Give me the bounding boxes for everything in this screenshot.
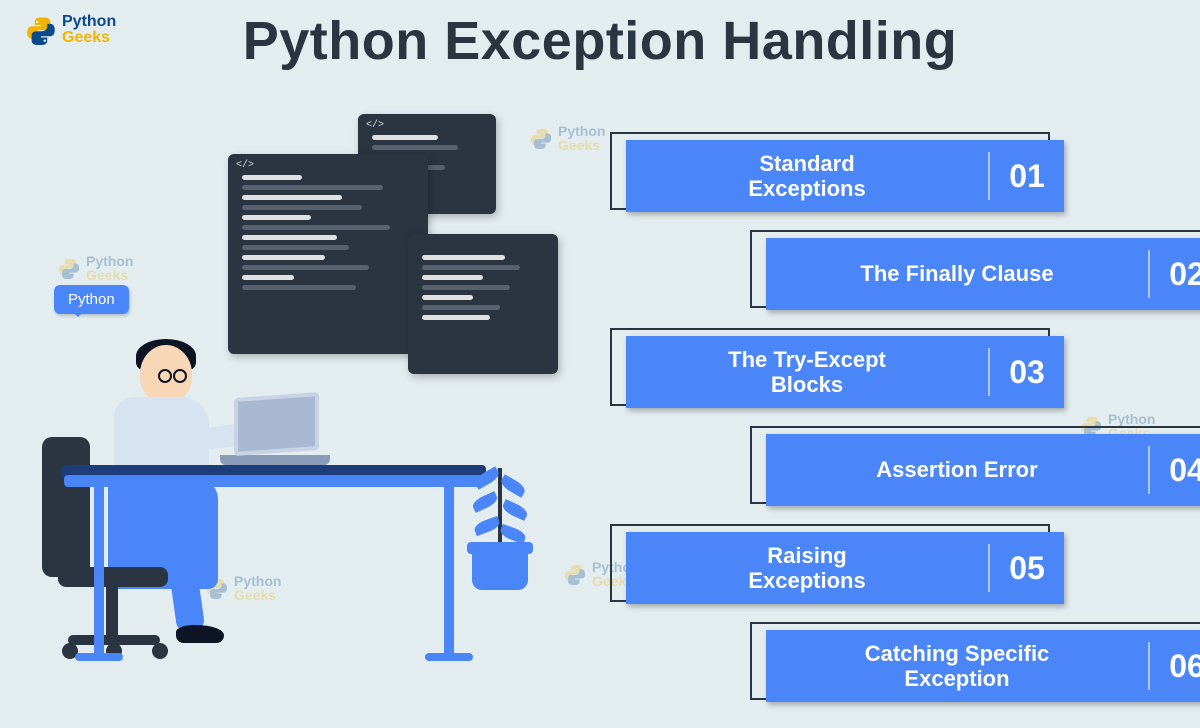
desk-foot	[425, 653, 473, 661]
laptop	[234, 395, 330, 465]
topic-label: The Try-ExceptBlocks	[626, 347, 988, 398]
code-tag-icon: </>	[366, 120, 384, 131]
watermark: PythonGeeks	[530, 124, 605, 152]
speech-bubble: Python	[54, 285, 129, 314]
topic-item-2: The Finally Clause02	[600, 238, 1200, 318]
topic-item-6: Catching SpecificException06	[600, 630, 1200, 710]
page-title: Python Exception Handling	[0, 10, 1200, 72]
desk-leg	[444, 485, 454, 655]
desk-foot	[75, 653, 123, 661]
topic-label: Catching SpecificException	[766, 641, 1148, 692]
desk-leg	[94, 485, 104, 655]
topic-item-4: Assertion Error04	[600, 434, 1200, 514]
topic-label: StandardExceptions	[626, 151, 988, 202]
topic-box: The Try-ExceptBlocks03	[626, 336, 1064, 408]
person	[62, 345, 242, 665]
topic-number: 06	[1148, 642, 1200, 690]
topic-label: RaisingExceptions	[626, 543, 988, 594]
topic-box: Catching SpecificException06	[766, 630, 1200, 702]
topic-number: 02	[1148, 250, 1200, 298]
topic-box: RaisingExceptions05	[626, 532, 1064, 604]
topic-number: 04	[1148, 446, 1200, 494]
plant	[472, 550, 528, 590]
code-tag-icon: </>	[236, 160, 254, 171]
topic-item-5: RaisingExceptions05	[600, 532, 1200, 612]
topic-box: StandardExceptions01	[626, 140, 1064, 212]
topic-label: The Finally Clause	[766, 261, 1148, 286]
topic-label: Assertion Error	[766, 457, 1148, 482]
desk-surface	[64, 475, 484, 487]
topic-box: Assertion Error04	[766, 434, 1200, 506]
chair-seat	[58, 567, 168, 587]
topic-box: The Finally Clause02	[766, 238, 1200, 310]
chair-wheel	[152, 643, 168, 659]
topic-item-1: StandardExceptions01	[600, 140, 1200, 220]
topic-number: 01	[988, 152, 1064, 200]
topic-number: 03	[988, 348, 1064, 396]
topic-number: 05	[988, 544, 1064, 592]
topic-list: StandardExceptions01 The Finally Clause02…	[600, 140, 1200, 728]
topic-item-3: The Try-ExceptBlocks03	[600, 336, 1200, 416]
chair-pole	[106, 585, 118, 639]
developer-illustration: Python	[34, 255, 554, 690]
